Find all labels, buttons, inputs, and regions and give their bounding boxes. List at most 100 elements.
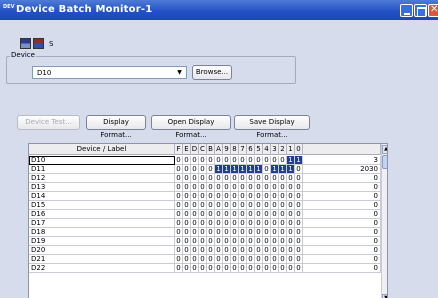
bit-cell[interactable]: 0 (183, 255, 191, 264)
bit-cell[interactable]: 0 (255, 174, 263, 183)
bit-cell[interactable]: 0 (183, 228, 191, 237)
bit-cell[interactable]: 0 (199, 201, 207, 210)
bit-cell[interactable]: 0 (279, 228, 287, 237)
bit-cell[interactable]: 0 (191, 183, 199, 192)
bit-cell[interactable]: 0 (287, 219, 295, 228)
bit-cell[interactable]: 0 (255, 255, 263, 264)
bit-cell[interactable]: 0 (255, 183, 263, 192)
bit-cell[interactable]: 0 (279, 219, 287, 228)
bit-cell[interactable]: 0 (247, 228, 255, 237)
bit-cell[interactable]: 0 (247, 237, 255, 246)
value-cell[interactable]: 0 (303, 264, 381, 273)
bit-cell[interactable]: 0 (183, 246, 191, 255)
bit-cell[interactable]: 0 (271, 192, 279, 201)
bit-cell[interactable]: 0 (239, 201, 247, 210)
bit-cell[interactable]: 0 (175, 228, 183, 237)
bit-cell[interactable]: 1 (247, 165, 255, 174)
bit-cell[interactable]: 0 (183, 165, 191, 174)
bit-cell[interactable]: 0 (215, 255, 223, 264)
value-cell[interactable]: 0 (303, 174, 381, 183)
bit-cell[interactable]: 0 (279, 255, 287, 264)
bit-cell[interactable]: 0 (295, 201, 303, 210)
bit-cell[interactable]: 0 (207, 237, 215, 246)
bit-cell[interactable]: 1 (215, 165, 223, 174)
table-row[interactable]: D15 0 0 0 0 0 0 0 0 0 0 0 0 0 0 0 0 0 (29, 201, 381, 210)
bit-cell[interactable]: 0 (207, 255, 215, 264)
device-label-cell[interactable]: D18 (29, 228, 175, 237)
bit-cell[interactable]: 0 (271, 237, 279, 246)
bit-cell[interactable]: 0 (175, 219, 183, 228)
bit-cell[interactable]: 0 (191, 192, 199, 201)
bit-cell[interactable]: 0 (271, 174, 279, 183)
bit-cell[interactable]: 0 (287, 264, 295, 273)
bit-cell[interactable]: 0 (183, 156, 191, 165)
bit-cell[interactable]: 0 (215, 201, 223, 210)
bit-cell[interactable]: 0 (279, 210, 287, 219)
bit-cell[interactable]: 0 (191, 156, 199, 165)
bit-cell[interactable]: 0 (247, 219, 255, 228)
bit-cell[interactable]: 0 (215, 237, 223, 246)
save-display-format-button[interactable]: Save Display Format... (234, 115, 310, 139)
value-cell[interactable]: 0 (303, 255, 381, 264)
value-cell[interactable]: 0 (303, 210, 381, 219)
bit-cell[interactable]: 0 (199, 174, 207, 183)
bit-cell[interactable]: 0 (223, 255, 231, 264)
bit-cell[interactable]: 0 (175, 183, 183, 192)
table-row[interactable]: D17 0 0 0 0 0 0 0 0 0 0 0 0 0 0 0 0 0 (29, 219, 381, 228)
bit-cell[interactable]: 0 (215, 264, 223, 273)
bit-cell[interactable]: 0 (247, 192, 255, 201)
bit-cell[interactable]: 0 (207, 219, 215, 228)
table-row[interactable]: D16 0 0 0 0 0 0 0 0 0 0 0 0 0 0 0 0 0 (29, 210, 381, 219)
table-row[interactable]: D19 0 0 0 0 0 0 0 0 0 0 0 0 0 0 0 0 0 (29, 237, 381, 246)
bit-cell[interactable]: 0 (215, 210, 223, 219)
bit-cell[interactable]: 0 (175, 210, 183, 219)
bit-cell[interactable]: 0 (231, 210, 239, 219)
table-row[interactable]: D11 0 0 0 0 0 1 1 1 1 1 1 0 1 1 1 0 2030 (29, 165, 381, 174)
browse-button[interactable]: Browse... (192, 65, 232, 80)
open-display-format-button[interactable]: Open Display Format... (151, 115, 231, 139)
bit-cell[interactable]: 0 (231, 246, 239, 255)
bit-cell[interactable]: 0 (295, 255, 303, 264)
vertical-scrollbar[interactable]: ▲ ▼ (381, 144, 387, 298)
value-cell[interactable]: 0 (303, 228, 381, 237)
bit-cell[interactable]: 0 (279, 201, 287, 210)
bit-cell[interactable]: 0 (199, 219, 207, 228)
bit-cell[interactable]: 0 (279, 174, 287, 183)
bit-cell[interactable]: 0 (191, 174, 199, 183)
bit-cell[interactable]: 0 (199, 246, 207, 255)
bit-cell[interactable]: 0 (287, 255, 295, 264)
bit-cell[interactable]: 0 (279, 192, 287, 201)
bit-cell[interactable]: 0 (263, 192, 271, 201)
bit-cell[interactable]: 0 (271, 210, 279, 219)
bit-cell[interactable]: 0 (215, 156, 223, 165)
bit-cell[interactable]: 0 (263, 264, 271, 273)
table-row[interactable]: D20 0 0 0 0 0 0 0 0 0 0 0 0 0 0 0 0 0 (29, 246, 381, 255)
value-cell[interactable]: 0 (303, 183, 381, 192)
bit-cell[interactable]: 0 (263, 201, 271, 210)
scroll-up-icon[interactable]: ▲ (382, 145, 387, 154)
bit-cell[interactable]: 0 (279, 156, 287, 165)
bit-cell[interactable]: 0 (223, 201, 231, 210)
bit-cell[interactable]: 0 (183, 210, 191, 219)
bit-cell[interactable]: 0 (191, 228, 199, 237)
bit-cell[interactable]: 0 (183, 201, 191, 210)
scroll-down-icon[interactable]: ▼ (382, 294, 387, 298)
bit-cell[interactable]: 0 (207, 201, 215, 210)
table-row[interactable]: D18 0 0 0 0 0 0 0 0 0 0 0 0 0 0 0 0 0 (29, 228, 381, 237)
table-row[interactable]: D12 0 0 0 0 0 0 0 0 0 0 0 0 0 0 0 0 0 (29, 174, 381, 183)
bit-cell[interactable]: 0 (207, 174, 215, 183)
bit-cell[interactable]: 0 (295, 264, 303, 273)
close-button[interactable] (428, 4, 438, 17)
bit-cell[interactable]: 0 (239, 228, 247, 237)
bit-cell[interactable]: 0 (223, 219, 231, 228)
bit-cell[interactable]: 0 (231, 201, 239, 210)
bit-cell[interactable]: 0 (191, 255, 199, 264)
device-test-button[interactable]: Device Test... (17, 115, 80, 130)
bit-cell[interactable]: 0 (191, 264, 199, 273)
bit-cell[interactable]: 0 (271, 255, 279, 264)
table-row[interactable]: D21 0 0 0 0 0 0 0 0 0 0 0 0 0 0 0 0 0 (29, 255, 381, 264)
bit-cell[interactable]: 0 (231, 255, 239, 264)
bit-cell[interactable]: 0 (231, 219, 239, 228)
value-cell[interactable]: 0 (303, 219, 381, 228)
bit-cell[interactable]: 1 (287, 165, 295, 174)
